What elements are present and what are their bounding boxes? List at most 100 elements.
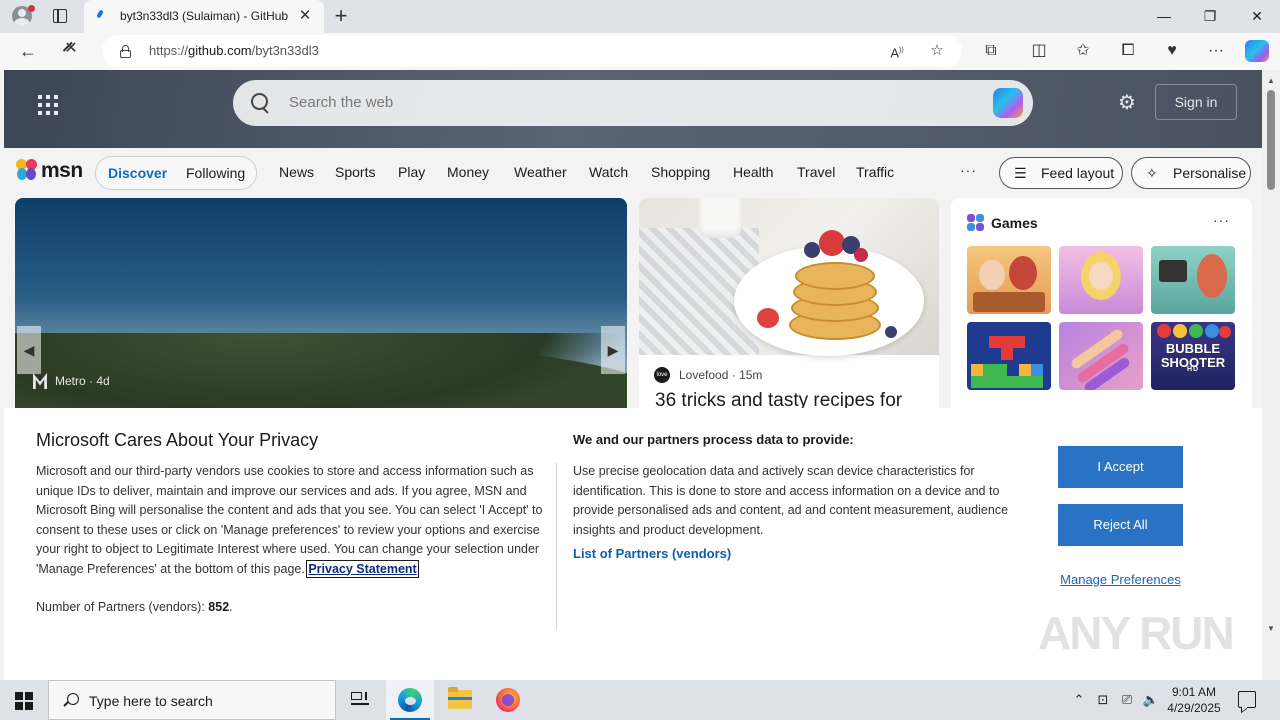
list-of-partners-link[interactable]: List of Partners (vendors): [573, 546, 731, 561]
copilot-icon[interactable]: [1245, 40, 1269, 62]
privacy-consent-banner: Microsoft Cares About Your Privacy Micro…: [4, 408, 1262, 680]
new-tab-button[interactable]: +: [332, 5, 350, 27]
search-placeholder: Search the web: [289, 94, 394, 111]
hero-story-card[interactable]: ◀ ▶ Metro · 4d: [15, 198, 627, 418]
folder-icon: [448, 687, 472, 709]
active-tab[interactable]: byt3n33dl3 (Sulaiman) - GitHub ✕: [84, 0, 324, 33]
nav-more-icon[interactable]: ···: [960, 162, 977, 178]
plus-icon: +: [334, 3, 348, 28]
url-scheme: https://: [149, 43, 189, 58]
game-tile[interactable]: [1151, 246, 1235, 314]
nav-health[interactable]: Health: [733, 164, 773, 180]
tab-following[interactable]: Following: [186, 165, 245, 181]
accept-button[interactable]: I Accept: [1058, 446, 1183, 488]
scroll-thumb[interactable]: [1267, 90, 1275, 190]
feed-layout-button[interactable]: ☰ Feed layout: [999, 157, 1123, 189]
file-explorer-button[interactable]: [436, 680, 484, 720]
collections-icon[interactable]: ⧠: [1117, 41, 1139, 61]
stop-loading-icon[interactable]: ✕: [62, 40, 80, 60]
page-scrollbar[interactable]: ▲ ▼: [1262, 70, 1280, 680]
gear-icon[interactable]: ⚙: [1117, 93, 1137, 113]
taskbar-search-box[interactable]: Type here to search: [48, 680, 336, 720]
chevron-up-icon[interactable]: ⌃: [1070, 691, 1088, 709]
network-icon[interactable]: ⎚: [1118, 691, 1136, 709]
data-processing-title: We and our partners process data to prov…: [573, 432, 854, 447]
sign-in-button[interactable]: Sign in: [1155, 84, 1237, 120]
back-icon: ←: [19, 41, 37, 61]
game-tile[interactable]: [1059, 322, 1143, 390]
task-view-icon: [351, 692, 369, 708]
msn-logo[interactable]: msn: [16, 157, 86, 185]
notifications-icon[interactable]: [1238, 691, 1256, 708]
url-path: /byt3n33dl3: [251, 43, 319, 58]
firefox-button[interactable]: [484, 680, 532, 720]
food-image: [639, 198, 939, 356]
tab-actions-button[interactable]: [50, 7, 70, 25]
lock-icon[interactable]: [120, 45, 131, 58]
feed-segment: Discover Following: [95, 156, 257, 190]
tab-discover[interactable]: Discover: [108, 165, 167, 181]
scroll-down-icon[interactable]: ▼: [1266, 624, 1276, 634]
split-screen-icon[interactable]: ◫: [1028, 41, 1050, 61]
favorite-star-icon[interactable]: ☆: [928, 42, 946, 60]
nav-travel[interactable]: Travel: [797, 164, 835, 180]
nav-weather[interactable]: Weather: [514, 164, 567, 180]
food-source: Lovefood · 15m: [679, 368, 763, 382]
sliders-icon: ☰: [1014, 165, 1027, 181]
clock-date: 4/29/2025: [1167, 701, 1221, 715]
notification-dot: [28, 5, 35, 12]
privacy-statement-link[interactable]: Privacy Statement: [306, 559, 419, 578]
taskbar-clock[interactable]: 9:01 AM 4/29/2025: [1160, 684, 1228, 716]
web-search-box[interactable]: Search the web: [233, 80, 1033, 126]
games-more-icon[interactable]: ···: [1213, 212, 1230, 228]
close-icon[interactable]: ✕: [297, 8, 313, 24]
back-button[interactable]: ←: [15, 39, 41, 63]
sparkle-icon: ✧: [1146, 165, 1158, 181]
nav-play[interactable]: Play: [398, 164, 425, 180]
device-icon[interactable]: ⊡: [1094, 691, 1112, 709]
task-view-button[interactable]: [336, 680, 384, 720]
game-tile[interactable]: [1059, 246, 1143, 314]
partners-count: Number of Partners (vendors): 852.: [36, 600, 233, 614]
game-tile[interactable]: [967, 246, 1051, 314]
address-bar[interactable]: https://github.com/byt3n33dl3 A)) ☆: [102, 35, 962, 67]
edge-taskbar-button[interactable]: [386, 680, 434, 720]
restore-button[interactable]: ❐: [1187, 5, 1233, 27]
more-icon[interactable]: ···: [1205, 41, 1227, 61]
nav-money[interactable]: Money: [447, 164, 489, 180]
nav-watch[interactable]: Watch: [589, 164, 628, 180]
volume-icon[interactable]: 🔈: [1142, 691, 1160, 709]
personalise-button[interactable]: ✧ Personalise: [1131, 157, 1251, 189]
read-aloud-icon[interactable]: A)): [888, 42, 906, 60]
reject-all-button[interactable]: Reject All: [1058, 504, 1183, 546]
carousel-prev-button[interactable]: ◀: [17, 326, 41, 374]
clock-time: 9:01 AM: [1171, 685, 1217, 699]
data-processing-body: Use precise geolocation data and activel…: [573, 464, 1009, 537]
copilot-icon[interactable]: [993, 88, 1023, 118]
extensions-icon[interactable]: ⧉: [980, 41, 1002, 61]
windows-start-icon[interactable]: [15, 692, 33, 710]
apps-grid-icon[interactable]: [38, 95, 58, 115]
search-icon: [251, 93, 270, 112]
scroll-up-icon[interactable]: ▲: [1266, 76, 1276, 86]
nav-sports[interactable]: Sports: [335, 164, 375, 180]
food-story-card[interactable]: love Lovefood · 15m 36 tricks and tasty …: [639, 198, 939, 418]
url-text[interactable]: https://github.com/byt3n33dl3: [149, 43, 319, 58]
tab-title: byt3n33dl3 (Sulaiman) - GitHub: [120, 9, 289, 23]
nav-news[interactable]: News: [279, 164, 314, 180]
close-window-button[interactable]: ✕: [1234, 5, 1280, 27]
stop-glyph: ✕: [64, 40, 78, 57]
tab-bar: byt3n33dl3 (Sulaiman) - GitHub ✕ + — ❐ ✕: [0, 0, 1280, 33]
game-tile-bubble-shooter[interactable]: BUBBLE SHOOTER HD: [1151, 322, 1235, 390]
msn-nav-row: msn Discover Following News Sports Play …: [4, 148, 1262, 198]
game-tile[interactable]: [967, 322, 1051, 390]
carousel-next-button[interactable]: ▶: [601, 326, 625, 374]
nav-traffic[interactable]: Traffic: [856, 164, 894, 180]
performance-icon[interactable]: ♥: [1161, 41, 1183, 61]
msn-wordmark: msn: [41, 159, 83, 182]
minimize-button[interactable]: —: [1141, 5, 1187, 27]
favorites-icon[interactable]: ✩: [1072, 41, 1094, 61]
windows-taskbar: Type here to search ⌃ ⊡ ⎚ 🔈 9:01 AM 4/29…: [0, 680, 1280, 720]
manage-preferences-link[interactable]: Manage Preferences: [1058, 572, 1183, 587]
nav-shopping[interactable]: Shopping: [651, 164, 710, 180]
